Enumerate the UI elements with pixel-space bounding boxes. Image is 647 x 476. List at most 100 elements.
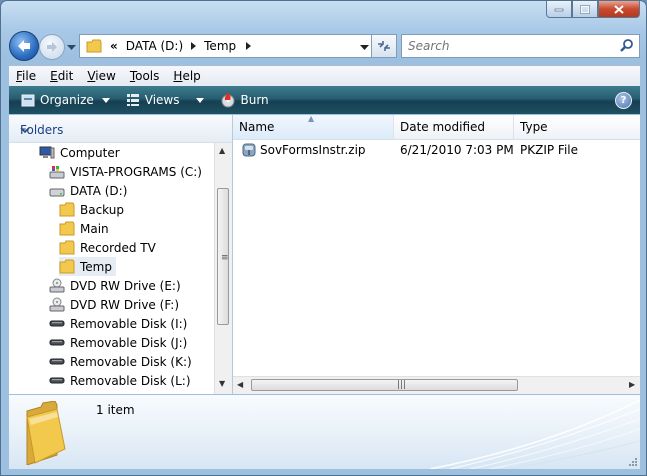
search-box[interactable] bbox=[401, 34, 640, 58]
folder-icon bbox=[59, 259, 75, 275]
tree-item-computer[interactable]: Computer bbox=[39, 143, 120, 162]
address-row: « DATA (D:) Temp bbox=[9, 31, 640, 61]
refresh-icon bbox=[378, 41, 390, 51]
grip-icon: ||| bbox=[397, 380, 407, 390]
tree-item-recorded-tv[interactable]: Recorded TV bbox=[59, 238, 156, 257]
tree-item-removable-k[interactable]: Removable Disk (K:) bbox=[49, 352, 192, 371]
column-header-name[interactable]: ▲ Name bbox=[233, 115, 394, 139]
close-icon bbox=[614, 4, 624, 14]
folders-header[interactable]: Folders bbox=[9, 115, 232, 143]
removable-disk-icon bbox=[49, 335, 65, 351]
dvd-drive-icon bbox=[49, 278, 65, 294]
resize-grip-icon[interactable] bbox=[628, 457, 638, 467]
organize-button[interactable]: Organize bbox=[15, 93, 116, 107]
help-button[interactable]: ? bbox=[615, 92, 632, 109]
navigation-scrollbar[interactable]: ▲ ≡ ▼ bbox=[214, 143, 232, 394]
tree-item-removable-i[interactable]: Removable Disk (I:) bbox=[49, 314, 187, 333]
file-type-cell: PKZIP File bbox=[520, 143, 578, 157]
address-segment-data[interactable]: DATA (D:) bbox=[126, 39, 183, 53]
maximize-icon bbox=[580, 4, 590, 14]
menu-edit[interactable]: Edit bbox=[43, 69, 80, 83]
sort-ascending-icon: ▲ bbox=[308, 115, 315, 123]
refresh-button[interactable] bbox=[371, 34, 397, 58]
menu-tools[interactable]: Tools bbox=[123, 69, 167, 83]
close-button[interactable] bbox=[598, 1, 640, 18]
views-button[interactable]: Views bbox=[120, 93, 210, 107]
tree-item-vista-programs[interactable]: VISTA-PROGRAMS (C:) bbox=[49, 162, 202, 181]
chevron-down-icon bbox=[195, 97, 204, 103]
address-overflow[interactable]: « bbox=[110, 39, 118, 53]
breadcrumb-separator-icon[interactable] bbox=[191, 42, 197, 50]
tree-item-dvd-f[interactable]: DVD RW Drive (F:) bbox=[49, 295, 179, 314]
scroll-right-icon[interactable]: ▶ bbox=[629, 380, 635, 389]
file-row[interactable]: SovFormsInstr.zip 6/21/2010 7:03 PM PKZI… bbox=[233, 139, 640, 161]
forward-button[interactable] bbox=[39, 34, 65, 60]
maximize-button[interactable] bbox=[572, 1, 598, 18]
scroll-thumb[interactable]: ||| bbox=[251, 379, 518, 391]
folder-icon bbox=[17, 400, 73, 468]
column-header-date-modified[interactable]: Date modified bbox=[394, 115, 514, 139]
caption-buttons bbox=[546, 1, 640, 18]
command-bar: Organize Views Burn ? bbox=[9, 86, 640, 114]
back-button[interactable] bbox=[9, 31, 39, 61]
folder-icon bbox=[86, 39, 102, 53]
removable-disk-icon bbox=[49, 316, 65, 332]
menu-file[interactable]: File bbox=[9, 69, 43, 83]
burn-disc-icon bbox=[220, 92, 236, 108]
address-segment-temp[interactable]: Temp bbox=[204, 39, 236, 53]
file-list-scrollbar[interactable]: ◀ ||| ▶ bbox=[233, 376, 640, 394]
organize-icon bbox=[21, 93, 35, 107]
tree-item-removable-j[interactable]: Removable Disk (J:) bbox=[49, 333, 187, 352]
minimize-button[interactable] bbox=[546, 1, 572, 18]
folder-icon bbox=[59, 202, 75, 218]
navigation-pane: Folders Computer VISTA-PROGRAMS (C:) DAT… bbox=[9, 115, 233, 394]
zip-file-icon bbox=[241, 142, 257, 158]
tree-item-dvd-e[interactable]: DVD RW Drive (E:) bbox=[49, 276, 181, 295]
file-list-pane: ▲ Name Date modified Type SovFormsInstr.… bbox=[233, 115, 640, 394]
search-icon[interactable] bbox=[619, 38, 635, 57]
menu-bar: File Edit View Tools Help bbox=[9, 65, 640, 86]
decorative-swoosh bbox=[429, 399, 640, 469]
grip-icon: ≡ bbox=[221, 253, 229, 263]
chevron-down-icon bbox=[101, 97, 110, 103]
search-input[interactable] bbox=[408, 39, 608, 53]
item-count: 1 item bbox=[96, 403, 135, 417]
hard-drive-icon bbox=[49, 183, 65, 199]
computer-icon bbox=[39, 145, 55, 161]
scroll-down-icon[interactable]: ▼ bbox=[219, 379, 225, 388]
burn-button[interactable]: Burn bbox=[214, 92, 275, 108]
tree-item-data-drive[interactable]: DATA (D:) bbox=[49, 181, 127, 200]
address-bar[interactable]: « DATA (D:) Temp bbox=[79, 34, 376, 58]
recent-pages-dropdown[interactable] bbox=[67, 40, 76, 54]
column-headers: ▲ Name Date modified Type bbox=[233, 115, 640, 140]
chevron-down-icon[interactable] bbox=[20, 123, 224, 137]
scroll-thumb[interactable]: ≡ bbox=[217, 188, 229, 325]
menu-help[interactable]: Help bbox=[166, 69, 207, 83]
removable-disk-icon bbox=[49, 354, 65, 370]
tree-item-removable-l[interactable]: Removable Disk (L:) bbox=[49, 371, 191, 390]
menu-view[interactable]: View bbox=[80, 69, 122, 83]
forward-arrow-icon bbox=[47, 42, 57, 52]
tree-item-main[interactable]: Main bbox=[59, 219, 109, 238]
breadcrumb-separator-icon[interactable] bbox=[246, 42, 252, 50]
address-history-dropdown[interactable] bbox=[360, 40, 369, 54]
details-pane: 1 item bbox=[9, 395, 640, 469]
help-icon: ? bbox=[620, 95, 627, 106]
explorer-window: « DATA (D:) Temp File Edit View Tools He… bbox=[0, 0, 647, 476]
scroll-left-icon[interactable]: ◀ bbox=[237, 380, 243, 389]
chevron-down-icon bbox=[67, 45, 76, 50]
removable-disk-icon bbox=[49, 373, 65, 389]
file-name-cell[interactable]: SovFormsInstr.zip bbox=[241, 139, 366, 161]
dvd-drive-icon bbox=[49, 297, 65, 313]
file-date-cell: 6/21/2010 7:03 PM bbox=[400, 143, 514, 157]
system-drive-icon bbox=[49, 164, 65, 180]
column-header-type[interactable]: Type bbox=[514, 115, 640, 139]
tree-item-backup[interactable]: Backup bbox=[59, 200, 124, 219]
scroll-up-icon[interactable]: ▲ bbox=[219, 146, 225, 155]
back-arrow-icon bbox=[18, 40, 30, 52]
minimize-icon bbox=[554, 8, 564, 12]
folder-icon bbox=[59, 221, 75, 237]
tree-item-temp[interactable]: Temp bbox=[59, 257, 116, 276]
chevron-down-icon bbox=[360, 45, 369, 50]
views-icon bbox=[126, 93, 140, 107]
